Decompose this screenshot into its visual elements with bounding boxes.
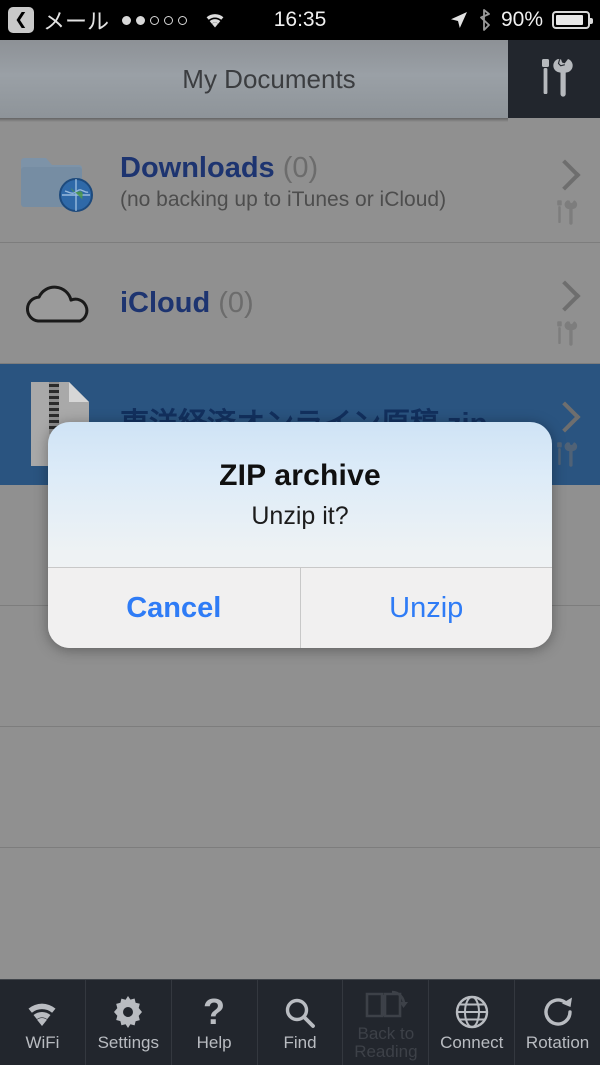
list-item-name: Downloads bbox=[120, 152, 275, 185]
battery-icon bbox=[552, 11, 593, 29]
clock-label: 16:35 bbox=[273, 8, 327, 31]
globe-icon bbox=[454, 994, 490, 1030]
dialog-body: ZIP archive Unzip it? bbox=[48, 422, 552, 567]
status-bar: ❮ メール 16:35 90% bbox=[0, 0, 600, 40]
toolbar-item-connect[interactable]: Connect bbox=[429, 980, 516, 1065]
toolbar-item-back-to-reading[interactable]: Back to Reading bbox=[343, 980, 430, 1065]
row-tools-icon[interactable] bbox=[552, 439, 578, 474]
search-icon bbox=[283, 994, 317, 1030]
toolbar-label: Help bbox=[196, 1032, 232, 1052]
list-item-title: iCloud (0) bbox=[120, 287, 530, 319]
toolbar-item-rotation[interactable]: Rotation bbox=[515, 980, 600, 1065]
toolbar-item-help[interactable]: ? Help bbox=[172, 980, 258, 1065]
toolbar-label: Back to Reading bbox=[354, 1023, 418, 1061]
navigation-bar: My Documents bbox=[0, 40, 600, 118]
open-book-icon bbox=[364, 985, 408, 1021]
dialog-title: ZIP archive bbox=[219, 458, 381, 492]
dialog-message: Unzip it? bbox=[251, 501, 349, 530]
list-item-empty bbox=[0, 727, 600, 848]
toolbar-label: Connect bbox=[440, 1032, 504, 1052]
page-title: My Documents bbox=[182, 63, 356, 94]
dialog-buttons: Cancel Unzip bbox=[48, 567, 552, 648]
cancel-button[interactable]: Cancel bbox=[48, 568, 300, 648]
zip-archive-dialog: ZIP archive Unzip it? Cancel Unzip bbox=[48, 422, 552, 648]
list-item[interactable]: iCloud (0) bbox=[0, 243, 600, 364]
app-screen: ❮ メール 16:35 90% My Documents Downloads (… bbox=[0, 0, 600, 1065]
list-item-text: Downloads (0) (no backing up to iTunes o… bbox=[120, 152, 600, 211]
gear-icon bbox=[110, 994, 146, 1030]
list-item-subtitle: (no backing up to iTunes or iCloud) bbox=[120, 187, 447, 211]
folder-globe-icon bbox=[0, 147, 120, 217]
toolbar-item-wifi[interactable]: WiFi bbox=[0, 980, 86, 1065]
tools-icon bbox=[534, 55, 574, 104]
toolbar-label: WiFi bbox=[25, 1032, 60, 1052]
wifi-icon bbox=[21, 994, 63, 1030]
toolbar-item-settings[interactable]: Settings bbox=[86, 980, 172, 1065]
list-item-text: iCloud (0) bbox=[120, 287, 600, 319]
tools-button[interactable] bbox=[508, 40, 600, 118]
list-item[interactable]: Downloads (0) (no backing up to iTunes o… bbox=[0, 122, 600, 243]
toolbar-label: Find bbox=[283, 1032, 317, 1052]
row-tools-icon[interactable] bbox=[552, 318, 578, 353]
row-tools-icon[interactable] bbox=[552, 197, 578, 232]
list-item-count: (0) bbox=[282, 152, 319, 185]
toolbar-item-find[interactable]: Find bbox=[258, 980, 344, 1065]
bottom-toolbar: WiFi Settings ? Help Find Back to Readin… bbox=[0, 979, 600, 1065]
list-item-title: Downloads (0) bbox=[120, 152, 530, 184]
rotate-icon bbox=[540, 994, 576, 1030]
cloud-icon bbox=[0, 275, 120, 331]
list-item-count: (0) bbox=[218, 286, 254, 319]
unzip-button[interactable]: Unzip bbox=[299, 568, 552, 648]
toolbar-label: Rotation bbox=[525, 1032, 590, 1052]
list-item-name: iCloud bbox=[120, 286, 211, 319]
question-mark-icon: ? bbox=[201, 994, 227, 1030]
toolbar-label: Settings bbox=[97, 1032, 159, 1052]
svg-text:?: ? bbox=[203, 994, 225, 1030]
